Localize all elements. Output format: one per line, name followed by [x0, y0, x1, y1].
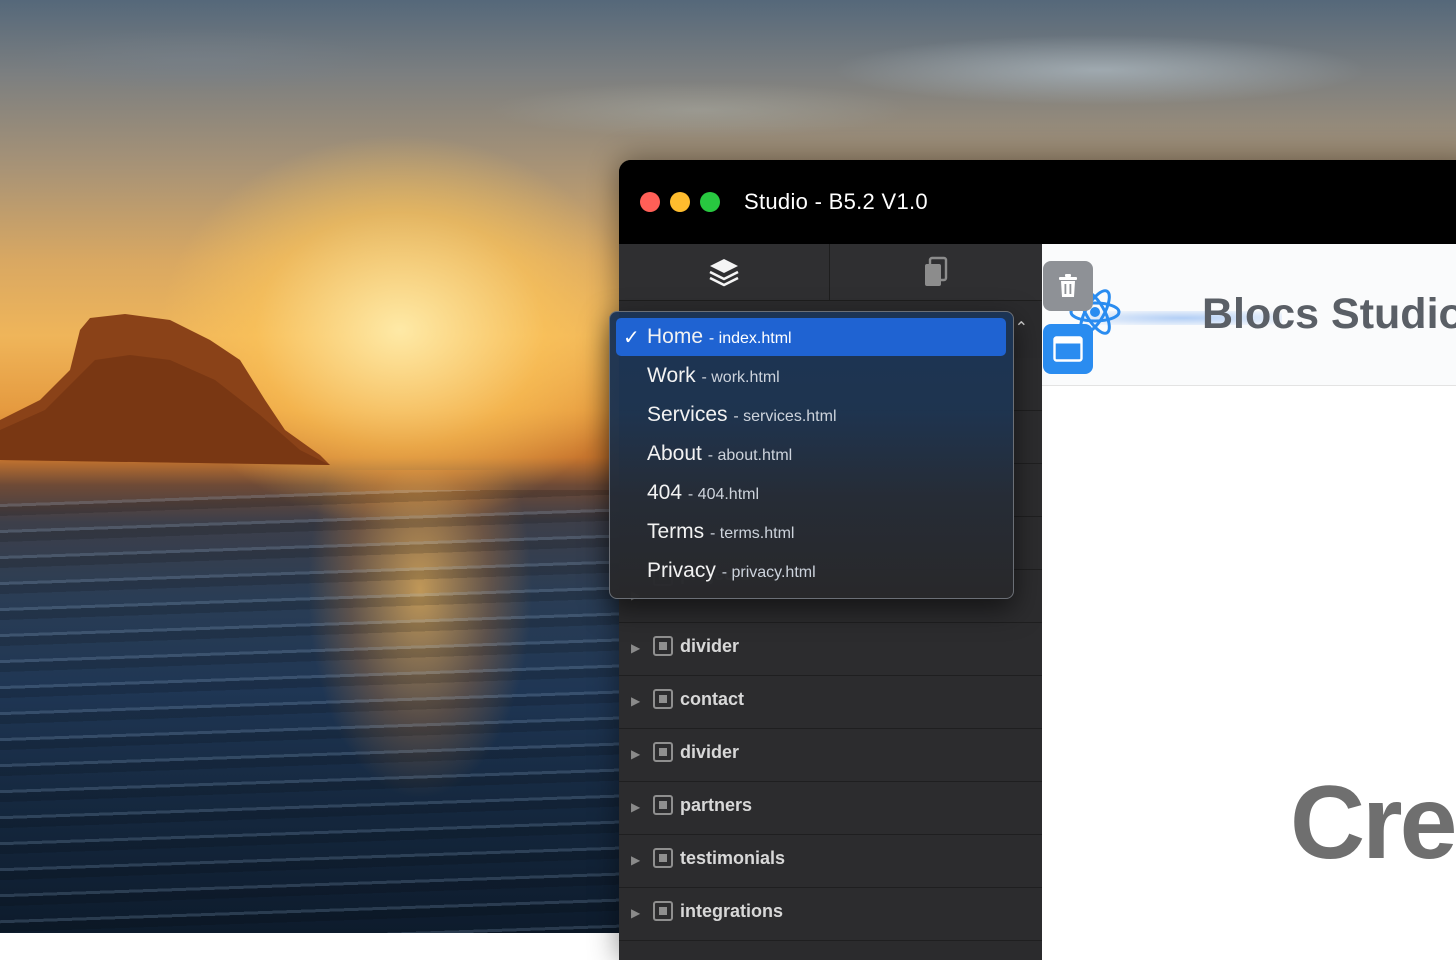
- menu-item-file: - 404.html: [687, 486, 760, 503]
- panel-tab-bar: [619, 244, 1042, 301]
- menu-item-file: - index.html: [708, 330, 792, 347]
- menu-item-work[interactable]: Work - work.html: [616, 357, 1006, 395]
- layer-row-partners[interactable]: ▶ partners: [619, 782, 1042, 835]
- menu-item-name: Home: [647, 325, 704, 348]
- menu-item-file: - about.html: [707, 447, 793, 464]
- menu-item-name: Services: [647, 403, 728, 426]
- layer-row-integrations[interactable]: ▶ integrations: [619, 888, 1042, 941]
- layers-icon: [709, 259, 739, 287]
- block-icon: [653, 848, 673, 868]
- menu-item-file: - work.html: [701, 369, 780, 386]
- menu-item-terms[interactable]: Terms - terms.html: [616, 513, 1006, 551]
- block-icon: [653, 742, 673, 762]
- trash-icon: [1059, 274, 1077, 297]
- layer-row-divider[interactable]: ▶ divider: [619, 729, 1042, 782]
- menu-item-about[interactable]: About - about.html: [616, 435, 1006, 473]
- delete-button[interactable]: [1043, 261, 1093, 311]
- block-settings-button[interactable]: [1043, 324, 1093, 374]
- layer-row-testimonials[interactable]: ▶ testimonials: [619, 835, 1042, 888]
- brand-title: Blocs Studio: [1202, 290, 1456, 338]
- chevron-updown-icon: ⌃: [1014, 320, 1028, 337]
- menu-item-file: - terms.html: [710, 525, 795, 542]
- close-window-button[interactable]: [640, 192, 660, 212]
- menu-item-home[interactable]: ✓ Home - index.html: [616, 318, 1006, 356]
- layer-label: divider: [680, 636, 740, 656]
- menu-item-name: Privacy: [647, 559, 716, 582]
- layer-label: partners: [680, 795, 753, 815]
- zoom-window-button[interactable]: [700, 192, 720, 212]
- expand-arrow-icon[interactable]: ▶: [631, 853, 640, 867]
- canvas-navbar[interactable]: Blocs Studio: [1042, 244, 1456, 386]
- tab-pages[interactable]: [830, 244, 1042, 300]
- checkmark-icon: ✓: [623, 327, 640, 349]
- expand-arrow-icon[interactable]: ▶: [631, 800, 640, 814]
- block-icon: [653, 795, 673, 815]
- design-canvas[interactable]: Blocs Studio Cre: [1042, 244, 1456, 960]
- layer-label: contact: [680, 689, 745, 709]
- menu-item-name: 404: [647, 481, 683, 504]
- menu-item-file: - services.html: [733, 408, 837, 425]
- layer-label: integrations: [680, 901, 784, 921]
- menu-item-name: Terms: [647, 520, 705, 543]
- tab-layers[interactable]: [619, 244, 830, 300]
- menu-item-404[interactable]: 404 - 404.html: [616, 474, 1006, 512]
- window-title: Studio - B5.2 V1.0: [744, 189, 928, 214]
- block-icon: [653, 636, 673, 656]
- window-icon: [1053, 336, 1083, 362]
- title-bar[interactable]: Studio - B5.2 V1.0: [619, 160, 1456, 244]
- expand-arrow-icon[interactable]: ▶: [631, 641, 640, 655]
- expand-arrow-icon[interactable]: ▶: [631, 747, 640, 761]
- menu-item-file: - privacy.html: [721, 564, 816, 581]
- expand-arrow-icon[interactable]: ▶: [631, 906, 640, 920]
- page-dropdown-menu: ✓ Home - index.html Work - work.html Ser…: [609, 311, 1014, 599]
- layer-label: testimonials: [680, 848, 786, 868]
- block-icon: [653, 689, 673, 709]
- menu-item-services[interactable]: Services - services.html: [616, 396, 1006, 434]
- wallpaper-rock: [0, 314, 330, 465]
- menu-item-name: Work: [647, 364, 696, 387]
- layer-row-divider[interactable]: ▶ divider: [619, 623, 1042, 676]
- menu-item-name: About: [647, 442, 702, 465]
- hero-heading: Cre: [1290, 765, 1456, 881]
- pages-icon: [925, 256, 948, 286]
- wallpaper-waves: [0, 490, 620, 933]
- block-icon: [653, 901, 673, 921]
- layer-label: divider: [680, 742, 740, 762]
- minimize-window-button[interactable]: [670, 192, 690, 212]
- menu-item-privacy[interactable]: Privacy - privacy.html: [616, 552, 1006, 590]
- layer-row-contact[interactable]: ▶ contact: [619, 676, 1042, 729]
- expand-arrow-icon[interactable]: ▶: [631, 694, 640, 708]
